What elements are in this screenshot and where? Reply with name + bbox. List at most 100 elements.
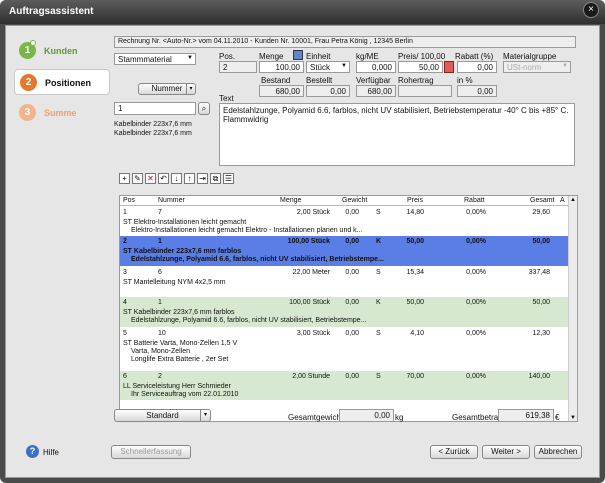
standard-select[interactable]: Standard ▾ xyxy=(114,409,211,422)
cell-num: 10 xyxy=(158,330,166,337)
col-rabatt[interactable]: Rabatt xyxy=(464,197,485,204)
calculator-icon[interactable] xyxy=(293,50,303,60)
gesamtbetrag-label: Gesamtbetrag xyxy=(452,413,503,422)
cell-pos: 3 xyxy=(123,269,127,276)
cell-rab: 0,00% xyxy=(466,269,486,276)
cell-pos: 6 xyxy=(123,373,127,380)
rohertrag-field xyxy=(398,85,452,97)
cell-ges: 50,00 xyxy=(532,238,550,245)
nummer-select[interactable]: Nummer ▾ xyxy=(138,83,196,95)
label-materialgruppe: Materialgruppe xyxy=(503,52,557,61)
label-einheit: Einheit xyxy=(306,52,331,61)
label-pos: Pos. xyxy=(219,52,236,61)
col-gewicht[interactable]: Gewicht xyxy=(342,197,367,204)
cell-desc-2: Edelstahlzunge, Polyamid 6.6, farblos, n… xyxy=(131,256,384,263)
col-pos[interactable]: Pos xyxy=(123,197,135,204)
col-gesamt[interactable]: Gesamt xyxy=(530,197,555,204)
col-a[interactable]: A xyxy=(560,197,565,204)
cell-s: S xyxy=(376,269,381,276)
label-rabatt: Rabatt (%) xyxy=(455,52,494,61)
list-icon[interactable]: ☰ xyxy=(223,173,234,184)
search-icon[interactable]: ⌕ xyxy=(198,102,210,115)
cell-s: K xyxy=(376,299,381,306)
copy-icon[interactable]: ⧉ xyxy=(210,173,221,184)
check-icon xyxy=(30,40,36,46)
cell-s: S xyxy=(376,373,381,380)
cell-preis: 50,00 xyxy=(406,299,424,306)
cell-pos: 2 xyxy=(123,238,127,245)
preis-field[interactable]: 50,00 xyxy=(398,61,443,73)
standard-value: Standard xyxy=(146,411,179,420)
cell-preis: 50,00 xyxy=(406,238,424,245)
back-button[interactable]: < Zurück xyxy=(430,445,478,459)
cell-num: 7 xyxy=(158,209,162,216)
table-row[interactable]: 4 1 100,00 Stück 0,00 K 50,00 0,00% 50,00 ST Kab… xyxy=(120,297,568,327)
new-position-icon[interactable]: + xyxy=(119,173,130,184)
close-icon[interactable]: × xyxy=(583,2,599,18)
step-3-icon: 3 xyxy=(19,104,36,121)
desc-line-2: Kabelbinder 223x7,6 mm xyxy=(114,130,192,137)
title-bar: Auftragsassistent × xyxy=(0,0,605,24)
move-down-icon[interactable]: ↓ xyxy=(171,173,182,184)
move-up-icon[interactable]: ↑ xyxy=(184,173,195,184)
cell-preis: 14,80 xyxy=(406,209,424,216)
einheit-value: Stück xyxy=(310,63,331,72)
table-row[interactable]: 3 6 22,00 Meter 0,00 S 15,34 0,00% 337,48 ST Man… xyxy=(120,267,568,296)
cell-desc-1: ST Batterie Varta, Mono-Zellen 1,5 V xyxy=(123,340,238,347)
cell-desc-2: Varta, Mono-Zellen xyxy=(131,348,191,355)
chevron-down-icon: ▾ xyxy=(200,410,210,421)
bestellt-field: 0,00 xyxy=(306,85,350,97)
hilfe-label[interactable]: Hilfe xyxy=(43,448,59,457)
search-input[interactable]: 1 xyxy=(114,102,196,115)
gesamtgewicht-label: Gesamtgewicht xyxy=(288,413,344,422)
wizard-window: Auftragsassistent × 1 Kunden 2 Positione… xyxy=(0,0,605,483)
nav-step-kunden[interactable]: 1 Kunden xyxy=(14,38,110,64)
edit-icon[interactable]: ✎ xyxy=(132,173,143,184)
header-info-line: Rechnung Nr. <Auto-Nr.> vom 04.11.2010 -… xyxy=(114,36,576,48)
einheit-select[interactable]: Stück ▼ xyxy=(306,61,350,73)
col-nummer[interactable]: Nummer xyxy=(158,197,185,204)
cell-desc-2: Elektro-Installationen leicht gemacht El… xyxy=(131,227,363,234)
col-menge[interactable]: Menge xyxy=(280,197,301,204)
table-row[interactable]: 5 10 3,00 Stück 0,00 S 4,10 0,00% 12,30 ST Batte… xyxy=(120,328,568,370)
scroll-down-icon[interactable]: ▼ xyxy=(570,415,577,421)
col-preis[interactable]: Preis xyxy=(407,197,423,204)
next-button[interactable]: Weiter > xyxy=(482,445,530,459)
cell-rab: 0,00% xyxy=(466,373,486,380)
stamm-select[interactable]: Stammmaterial ▼ xyxy=(114,53,196,65)
cell-ges: 12,30 xyxy=(532,330,550,337)
price-calculator-icon[interactable] xyxy=(444,61,454,73)
table-row[interactable]: 2 1 100,00 Stück 0,00 K 50,00 0,00% 50,00 ST Kab… xyxy=(120,236,568,266)
cell-menge: 2,00 Stück xyxy=(296,209,330,216)
kg-unit: kg xyxy=(395,413,404,422)
cell-rab: 0,00% xyxy=(466,330,486,337)
cell-menge: 22,00 Meter xyxy=(292,269,330,276)
help-icon[interactable]: ? xyxy=(26,445,39,458)
insert-icon[interactable]: ⇥ xyxy=(197,173,208,184)
stamm-select-value: Stammmaterial xyxy=(118,55,172,64)
cell-preis: 15,34 xyxy=(406,269,424,276)
euro-unit: € xyxy=(555,413,560,422)
scroll-up-icon[interactable]: ▲ xyxy=(570,197,577,204)
scrollbar[interactable]: ▲ ▼ xyxy=(568,196,577,421)
cell-menge: 2,00 Stunde xyxy=(292,373,330,380)
kgme-field[interactable]: 0,000 xyxy=(356,61,396,73)
menge-field[interactable]: 100,00 xyxy=(259,61,304,73)
cell-pos: 4 xyxy=(123,299,127,306)
cell-s: S xyxy=(376,209,381,216)
table-row[interactable]: 6 2 2,00 Stunde 0,00 S 70,00 0,00% 140,00 LL Ser… xyxy=(120,371,568,400)
cell-pos: 5 xyxy=(123,330,127,337)
text-field[interactable]: Edelstahlzunge, Polyamid 6.6, farblos, n… xyxy=(219,103,575,166)
cell-gew: 0,00 xyxy=(345,299,359,306)
schnellerfassung-button[interactable]: Schnellerfassung xyxy=(111,445,191,459)
materialgruppe-select[interactable]: USt-norm ▼ xyxy=(503,61,571,73)
table-row[interactable]: 1 7 2,00 Stück 0,00 S 14,80 0,00% 29,60 ST Elekt… xyxy=(120,207,568,236)
pos-field: 2 xyxy=(219,61,257,73)
rabatt-field[interactable]: 0,00 xyxy=(457,61,497,73)
cell-ges: 50,00 xyxy=(532,299,550,306)
nav-step-positionen[interactable]: 2 Positionen xyxy=(14,69,110,95)
undo-icon[interactable]: ↶ xyxy=(158,173,169,184)
delete-icon[interactable]: ✕ xyxy=(145,173,156,184)
cancel-button[interactable]: Abbrechen xyxy=(534,445,582,459)
nav-step-summe[interactable]: 3 Summe xyxy=(14,100,110,126)
